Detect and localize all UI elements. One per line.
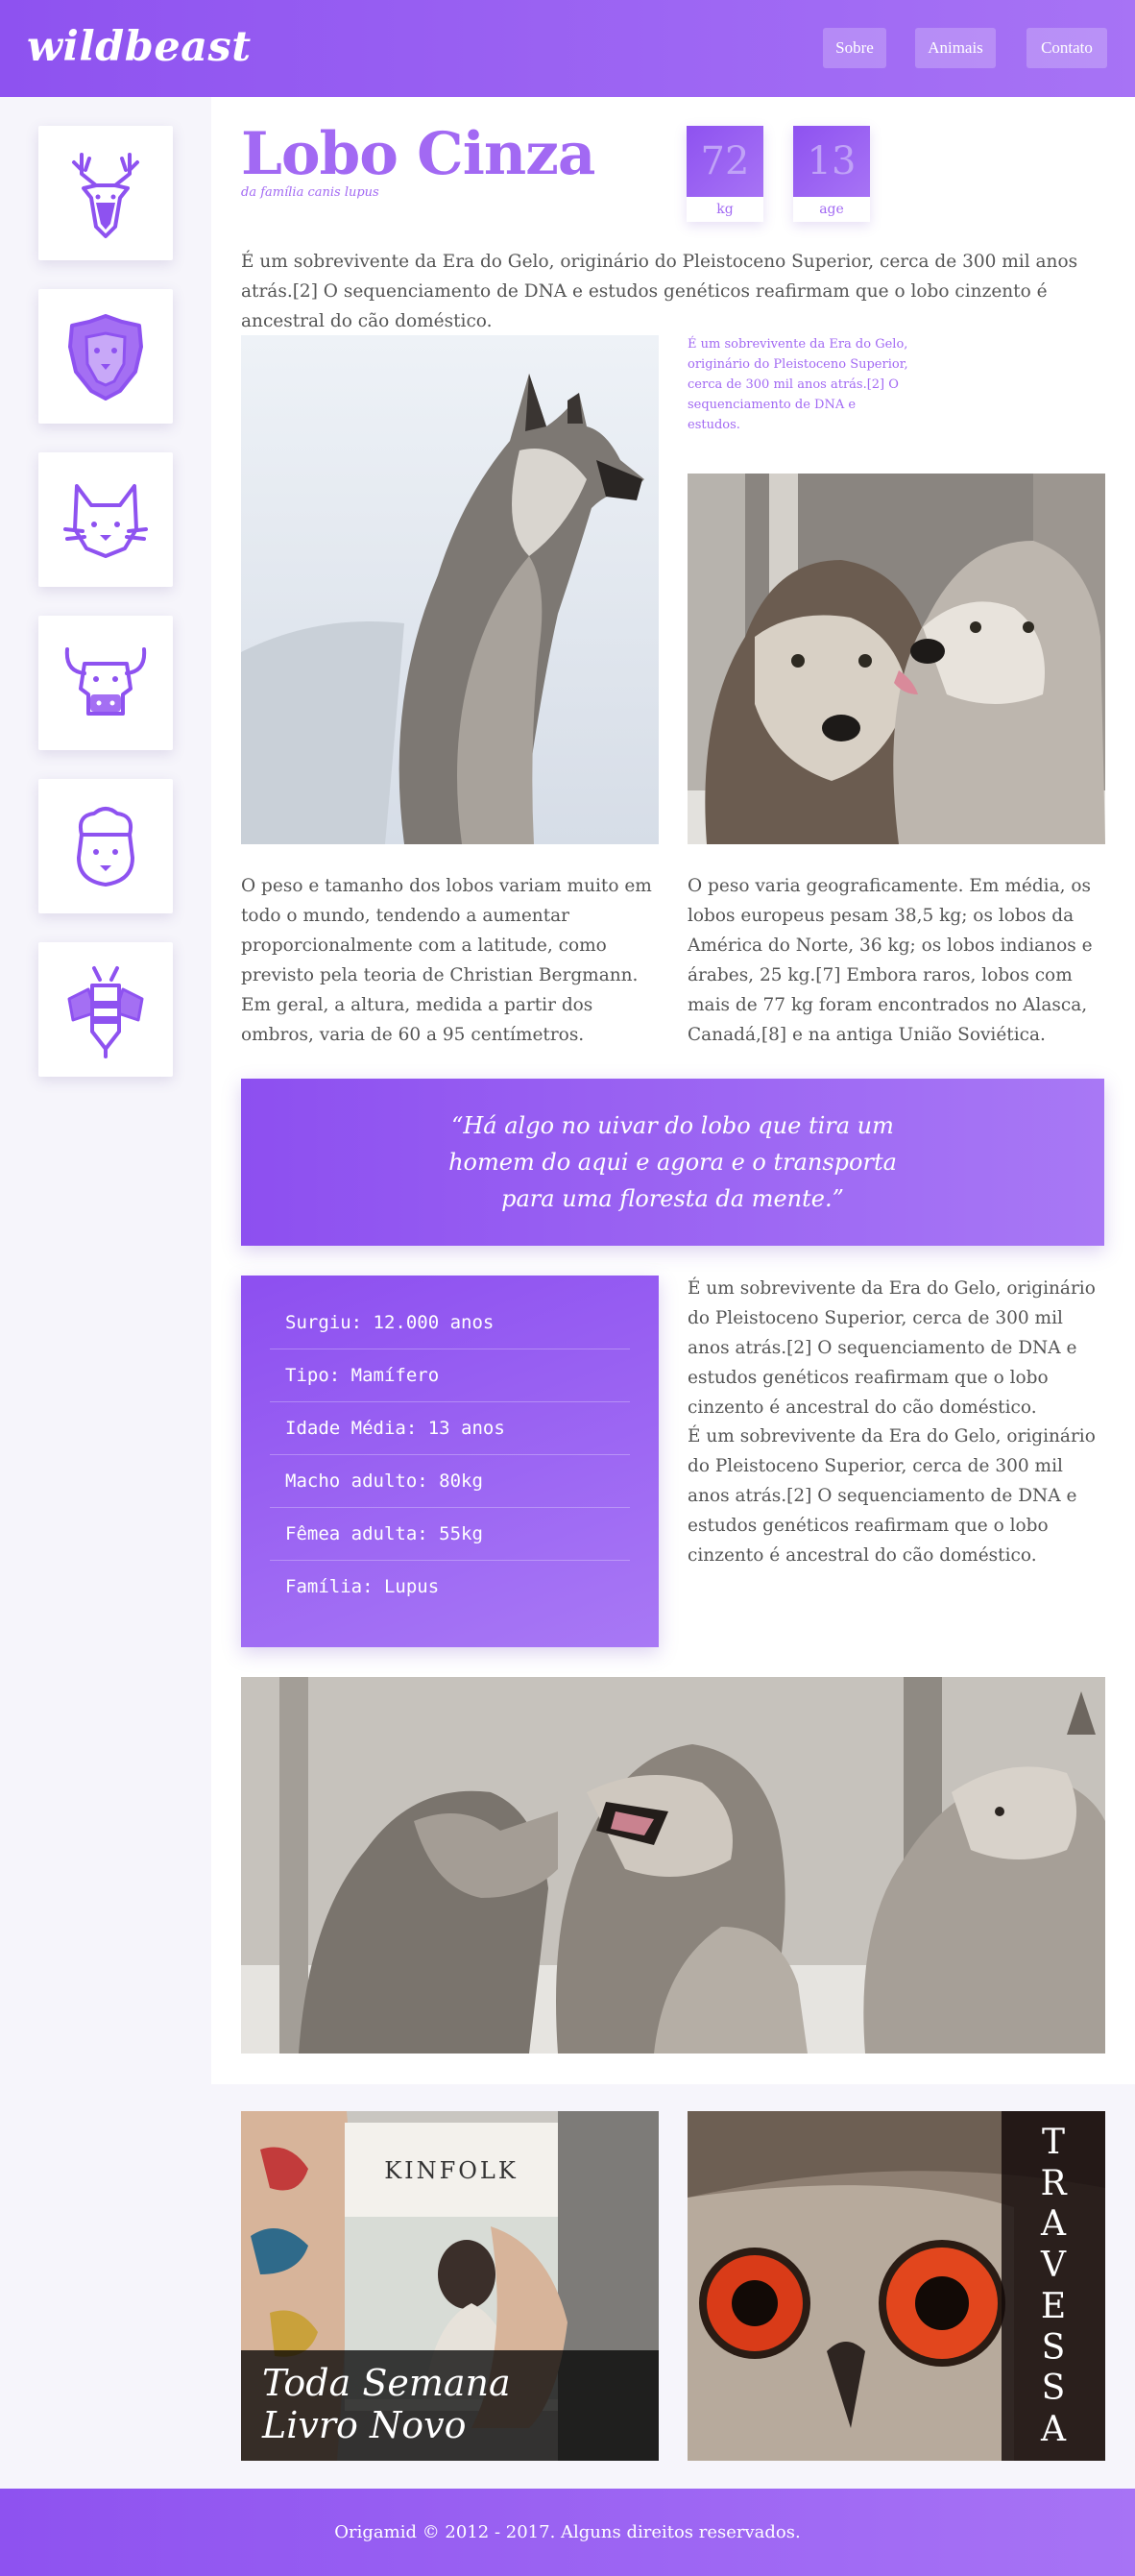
stat-weight-label: kg [716,202,734,217]
howling-wolf-photo [241,335,659,844]
stat-age: 13 age [793,126,870,222]
travessa-letter: A [1041,2410,1066,2450]
stat-age-label: age [819,202,844,217]
stat-weight: 72 kg [687,126,763,222]
promo-card-travessa[interactable]: T R A V E S S A [688,2111,1105,2461]
sheep-icon [77,807,134,887]
fact-tipo: Tipo: Mamífero [270,1349,630,1402]
promo-line-1: Toda Semana [262,2362,511,2404]
quote-block: “Há algo no uivar do lobo que tira um ho… [241,1079,1104,1246]
stat-age-value: 13 [793,126,870,197]
page-subtitle: da família canis lupus [241,185,379,200]
fact-femea: Fêmea adulta: 55kg [270,1508,630,1561]
intro-paragraph: É um sobrevivente da Era do Gelo, origin… [241,252,1078,331]
bull-icon [64,647,147,716]
travessa-label: T R A V E S S A [1002,2111,1105,2461]
fact-idade: Idade Média: 13 anos [270,1402,630,1455]
promo-card-book[interactable]: KINFOLK Toda Semana Livro Novo [241,2111,659,2461]
bee-icon [67,966,144,1058]
quote-text: “Há algo no uivar do lobo que tira um ho… [448,1112,897,1212]
sidebar-item-lion[interactable] [38,289,173,424]
sidebar-item-bee[interactable] [38,942,173,1077]
travessa-letter: A [1041,2204,1066,2245]
site-logo[interactable]: wildbeast [27,23,252,71]
sidebar-item-deer[interactable] [38,126,173,260]
facts-side-paragraph-1: É um sobrevivente da Era do Gelo, origin… [688,1278,1096,1418]
fact-surgiu: Surgiu: 12.000 anos [270,1297,630,1349]
sidebar-item-fox[interactable] [38,452,173,587]
promo-card-book-label: Toda Semana Livro Novo [241,2350,659,2461]
travessa-letter: V [1041,2246,1066,2286]
travessa-letter: T [1041,2122,1065,2162]
site-footer: Origamid © 2012 - 2017. Alguns direitos … [0,2489,1135,2576]
stat-weight-value: 72 [687,126,763,197]
sidebar-item-sheep[interactable] [38,779,173,913]
nav-contato[interactable]: Contato [1026,28,1107,68]
weight-size-paragraph: O peso e tamanho dos lobos variam muito … [241,876,652,1045]
weight-geo-paragraph: O peso varia geograficamente. Em média, … [688,876,1093,1045]
fact-macho: Macho adulto: 80kg [270,1455,630,1508]
facts-side-paragraph-2: É um sobrevivente da Era do Gelo, origin… [688,1426,1096,1566]
site-header: wildbeast Sobre Animais Contato [0,0,1135,97]
travessa-letter: E [1040,2286,1067,2326]
wolf-pack-photo [241,1677,1105,2054]
fox-icon [63,484,148,558]
two-wolves-photo [688,474,1105,844]
travessa-letter: S [1041,2369,1066,2409]
image-caption: É um sobrevivente da Era do Gelo, origin… [688,337,908,432]
fact-familia: Família: Lupus [285,1576,440,1597]
travessa-letter: S [1041,2327,1066,2368]
footer-copyright: Origamid © 2012 - 2017. Alguns direitos … [334,2522,801,2542]
page-title: Lobo Cinza [241,120,595,188]
deer-icon [72,153,139,238]
nav-animais[interactable]: Animais [915,28,996,68]
lion-icon [68,314,143,401]
nav-sobre[interactable]: Sobre [823,28,886,68]
facts-panel: Surgiu: 12.000 anos Tipo: Mamífero Idade… [241,1276,659,1647]
promo-line-2: Livro Novo [262,2404,467,2446]
travessa-letter: R [1040,2163,1067,2203]
magazine-title: KINFOLK [384,2157,519,2184]
sidebar-item-bull[interactable] [38,616,173,750]
